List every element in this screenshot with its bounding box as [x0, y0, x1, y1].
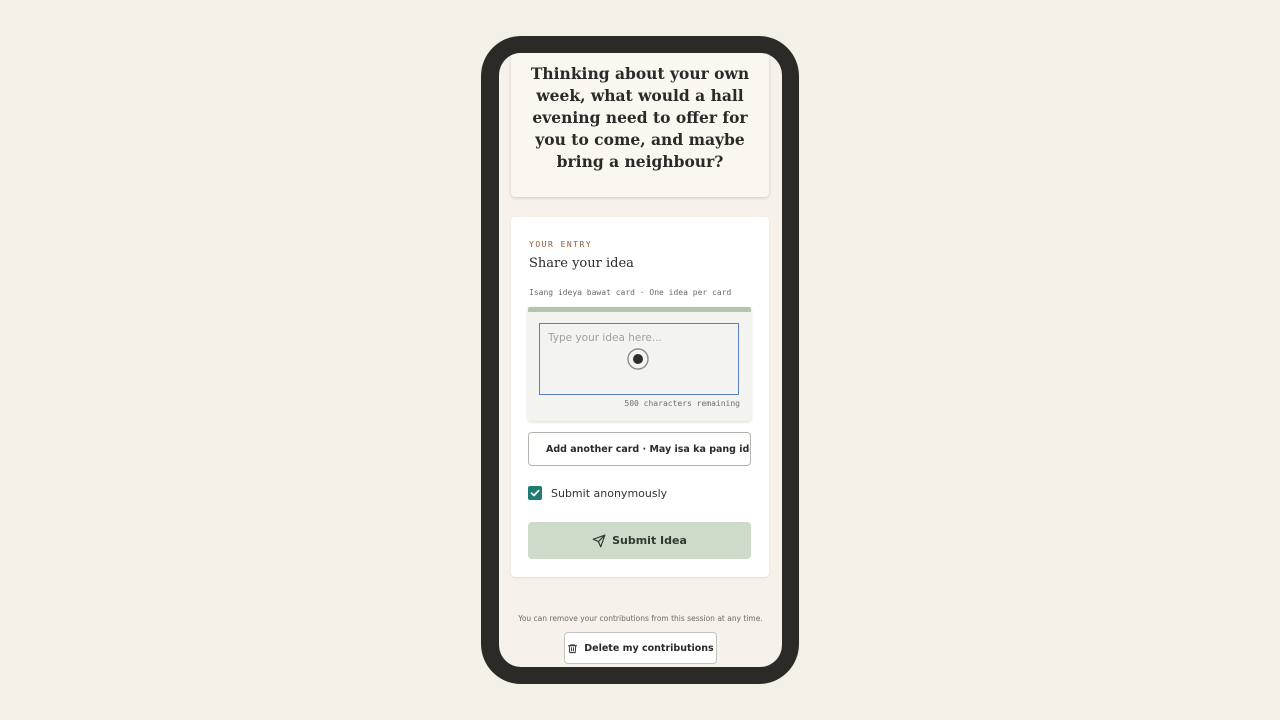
- delete-label: Delete my contributions: [584, 642, 714, 654]
- footer-note: You can remove your contributions from t…: [518, 614, 763, 623]
- delete-contributions-button[interactable]: Delete my contributions: [564, 632, 717, 664]
- add-card-button[interactable]: Add another card · May isa ka pang ideya…: [528, 432, 751, 466]
- entry-card: YOUR ENTRY Share your idea Isang ideya b…: [511, 217, 769, 577]
- anonymous-checkbox[interactable]: [528, 486, 542, 500]
- entry-eyebrow: YOUR ENTRY: [529, 240, 593, 249]
- entry-hint: Isang ideya bawat card · One idea per ca…: [529, 288, 732, 297]
- pointer-cursor-icon: [627, 348, 649, 370]
- check-icon: [530, 489, 540, 497]
- anonymous-toggle[interactable]: Submit anonymously: [528, 485, 667, 501]
- idea-card-top-bar: [528, 307, 751, 312]
- chars-remaining: 500 characters remaining: [624, 399, 740, 408]
- question-text: Thinking about your own week, what would…: [530, 64, 750, 171]
- idea-card: 500 characters remaining: [528, 307, 751, 421]
- trash-icon: [568, 643, 578, 653]
- phone-screen: Thinking about your own week, what would…: [499, 53, 782, 667]
- question-card: Thinking about your own week, what would…: [511, 53, 769, 197]
- submit-idea-button[interactable]: Submit Idea: [528, 522, 751, 559]
- send-icon: [592, 534, 606, 547]
- entry-title: Share your idea: [529, 256, 634, 271]
- submit-label: Submit Idea: [612, 534, 687, 547]
- anonymous-label: Submit anonymously: [551, 486, 668, 500]
